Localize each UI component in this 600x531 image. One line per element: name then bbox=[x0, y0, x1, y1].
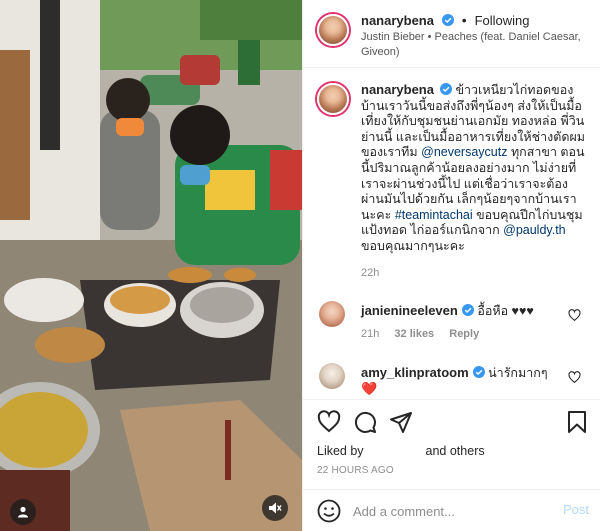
post-header: nanarybena • Following Justin Bieber • P… bbox=[303, 0, 600, 68]
comment-likes[interactable]: 32 likes bbox=[394, 328, 434, 340]
tagged-users-button[interactable] bbox=[10, 499, 36, 525]
comment-input[interactable] bbox=[353, 501, 543, 521]
author-username[interactable]: nanarybena bbox=[361, 13, 434, 28]
post-comment-button[interactable]: Post bbox=[563, 502, 589, 517]
comment-body: อื้อหือ ♥♥♥ bbox=[477, 304, 534, 318]
liked-by[interactable]: Liked by and others bbox=[317, 444, 485, 458]
reply-button[interactable]: Reply bbox=[449, 328, 479, 340]
post-timestamp[interactable]: 22 HOURS AGO bbox=[317, 465, 394, 476]
comment-bubble-icon[interactable] bbox=[353, 410, 377, 434]
speaker-muted-icon bbox=[269, 502, 282, 514]
caption-author-avatar[interactable] bbox=[317, 83, 349, 115]
user-icon bbox=[18, 506, 28, 518]
post-photo[interactable] bbox=[0, 0, 302, 531]
comment-item: amy_klinpratoom น่ารักมากๆ ❤️ bbox=[303, 363, 600, 399]
add-comment-bar: Post bbox=[303, 489, 600, 531]
comment-body: น่ารักมากๆ bbox=[488, 366, 548, 380]
comment-meta: 21h 32 likes Reply bbox=[361, 328, 491, 340]
commenter-username[interactable]: amy_klinpratoom bbox=[361, 365, 469, 380]
liked-by-prefix: Liked by bbox=[317, 444, 364, 458]
share-paper-plane-icon[interactable] bbox=[389, 410, 413, 434]
verified-badge-icon bbox=[461, 304, 474, 316]
save-bookmark-icon[interactable] bbox=[565, 410, 589, 434]
caption-hashtag[interactable]: #teamintachai bbox=[395, 208, 473, 222]
post-detail-panel: nanarybena • Following Justin Bieber • P… bbox=[302, 0, 600, 531]
heart-emoji: ❤️ bbox=[361, 381, 378, 396]
commenter-username[interactable]: janienineeleven bbox=[361, 303, 458, 318]
verified-badge-icon bbox=[472, 366, 485, 378]
comments-section: nanarybena ข้าวเหนียวไก่ทอดของบ้านเราวัน… bbox=[303, 69, 600, 399]
liked-by-user-redacted bbox=[367, 445, 422, 455]
caption-mention-neversaycutz[interactable]: @neversaycutz bbox=[421, 145, 507, 159]
caption-username[interactable]: nanarybena bbox=[361, 82, 434, 97]
header-separator: • bbox=[461, 12, 467, 28]
caption-mention-pauldy[interactable]: @pauldy.th bbox=[503, 223, 566, 237]
comment-item: janienineeleven อื้อหือ ♥♥♥ 21h 32 likes… bbox=[303, 301, 600, 361]
heart-outline-icon[interactable] bbox=[568, 309, 581, 322]
verified-badge-icon bbox=[439, 83, 452, 95]
commenter-avatar[interactable] bbox=[319, 363, 345, 389]
post-caption: nanarybena ข้าวเหนียวไก่ทอดของบ้านเราวัน… bbox=[361, 82, 589, 255]
emoji-smiley-icon[interactable] bbox=[317, 499, 341, 523]
author-avatar[interactable] bbox=[317, 14, 349, 46]
following-button[interactable]: Following bbox=[475, 13, 530, 28]
comment-time[interactable]: 21h bbox=[361, 328, 379, 340]
heart-outline-icon[interactable] bbox=[568, 371, 581, 384]
comment-text: amy_klinpratoom น่ารักมากๆ ❤️ bbox=[361, 365, 561, 397]
photo-scene bbox=[0, 0, 302, 531]
liked-by-suffix[interactable]: and others bbox=[426, 444, 485, 458]
caption-text-4: ขอบคุณมากๆนะคะ bbox=[361, 238, 465, 253]
commenter-avatar[interactable] bbox=[319, 301, 345, 327]
verified-badge-icon bbox=[441, 14, 454, 26]
audio-track-link[interactable]: Justin Bieber • Peaches (feat. Daniel Ca… bbox=[361, 30, 591, 60]
mute-toggle-button[interactable] bbox=[262, 495, 288, 521]
like-heart-icon[interactable] bbox=[317, 410, 341, 434]
comment-text: janienineeleven อื้อหือ ♥♥♥ bbox=[361, 303, 561, 319]
caption-timestamp[interactable]: 22h bbox=[361, 267, 379, 279]
header-line: nanarybena • Following bbox=[361, 12, 529, 28]
